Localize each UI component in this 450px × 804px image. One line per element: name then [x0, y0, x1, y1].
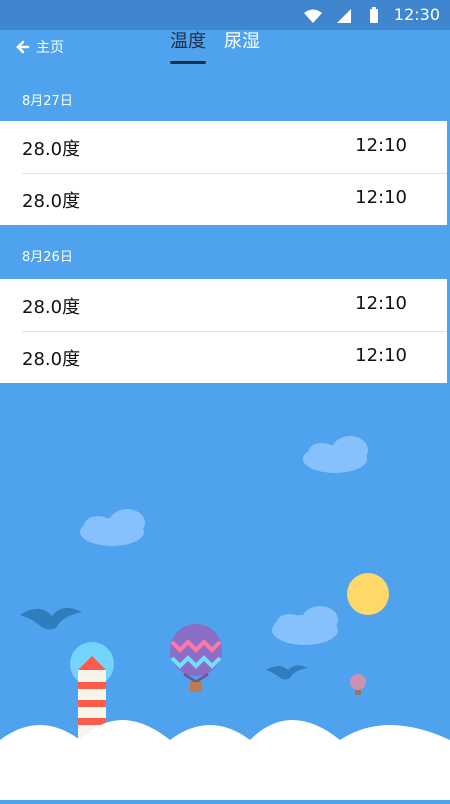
- tab-wetness[interactable]: 尿湿: [224, 30, 260, 62]
- bottom-clouds: [0, 720, 450, 800]
- record-list: 28.0度 12:10 28.0度 12:10: [0, 279, 447, 383]
- date-header: 8月26日: [22, 250, 73, 265]
- battery-icon: [370, 6, 378, 23]
- scene-illustration: [0, 436, 450, 800]
- tab-temperature[interactable]: 温度: [170, 30, 206, 64]
- cloud-icon: [272, 606, 338, 645]
- back-arrow-icon: [16, 40, 30, 54]
- bird-icon: [266, 665, 308, 680]
- record-time: 12:10: [355, 135, 407, 156]
- status-icons: [302, 5, 380, 25]
- cloud-icon: [80, 509, 145, 546]
- status-time: 12:30: [393, 5, 440, 24]
- record-time: 12:10: [355, 293, 407, 314]
- record-value: 28.0度: [22, 297, 81, 318]
- record-time: 12:10: [355, 345, 407, 366]
- top-nav: 主页 温度 尿湿: [0, 30, 450, 70]
- decorative-scene: [0, 380, 450, 800]
- tabs: 温度 尿湿: [170, 30, 260, 64]
- status-bar: 12:30: [0, 0, 450, 30]
- sun-icon: [347, 573, 389, 615]
- hot-air-balloon-icon: [170, 624, 222, 692]
- bird-icon: [20, 607, 82, 630]
- record-row[interactable]: 28.0度 12:10: [0, 331, 447, 383]
- back-to-home-button[interactable]: 主页: [16, 36, 64, 58]
- record-row[interactable]: 28.0度 12:10: [0, 121, 447, 173]
- record-value: 28.0度: [22, 349, 81, 370]
- small-balloon-icon: [350, 674, 366, 695]
- wifi-icon: [303, 9, 322, 23]
- record-time: 12:10: [355, 187, 407, 208]
- record-row[interactable]: 28.0度 12:10: [0, 279, 447, 331]
- record-value: 28.0度: [22, 139, 81, 160]
- record-value: 28.0度: [22, 191, 81, 212]
- cloud-icon: [303, 436, 368, 473]
- record-list: 28.0度 12:10 28.0度 12:10: [0, 121, 447, 225]
- date-header: 8月27日: [22, 94, 73, 109]
- back-label: 主页: [36, 40, 64, 56]
- signal-icon: [336, 8, 351, 23]
- record-row[interactable]: 28.0度 12:10: [0, 173, 447, 225]
